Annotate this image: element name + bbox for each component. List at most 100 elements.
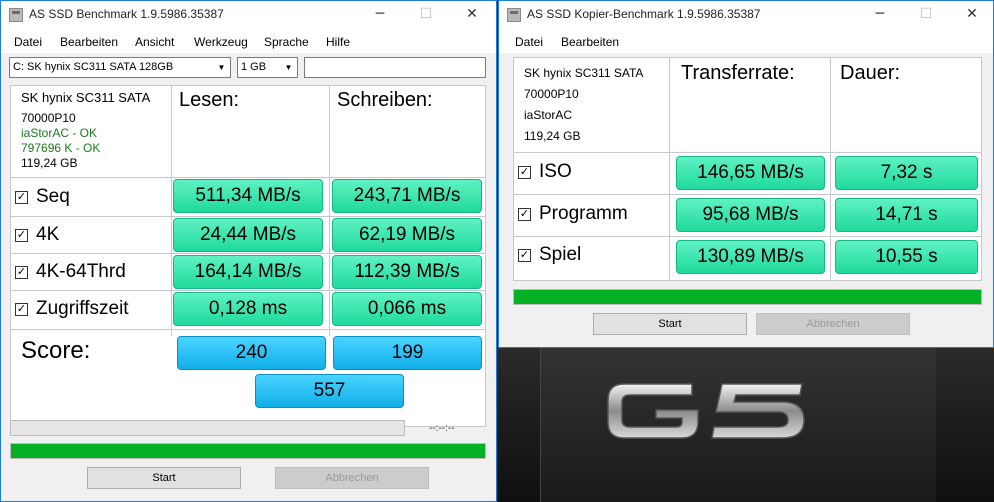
transfer-rate-header: Transferrate: [681,62,795,84]
custom-text-field[interactable] [304,57,486,78]
iso-duration-value: 7,32 s [835,156,978,190]
title-bar[interactable]: AS SSD Benchmark 1.9.5986.35387 ─ ☐ ✕ [1,1,496,30]
menu-datei[interactable]: Datei [515,35,543,49]
4k-write-value: 62,19 MB/s [332,218,482,252]
menu-datei[interactable]: Datei [14,35,42,49]
minimize-button[interactable]: ─ [857,1,903,30]
maximize-button[interactable]: ☐ [403,1,449,30]
row-iso[interactable]: ✓ ISO [518,157,572,187]
progress-bar-bottom [10,443,486,459]
g5-logo-graphic [607,383,805,439]
menu-sprache[interactable]: Sprache [264,35,309,49]
chevron-down-icon: ▼ [284,63,293,72]
checkbox-checked-icon[interactable]: ✓ [15,265,28,279]
row-spiel[interactable]: ✓ Spiel [518,240,581,270]
close-button[interactable]: ✕ [449,1,495,30]
grid-divider [329,86,330,336]
drive-model: SK hynix SC311 SATA [21,90,151,105]
grid-divider [669,58,670,280]
menu-bar: Datei Bearbeiten Ansicht Werkzeug Sprach… [1,31,496,53]
programm-rate-value: 95,68 MB/s [676,198,825,232]
drive-model: SK hynix SC311 SATA [524,66,644,80]
row-4k[interactable]: ✓ 4K [15,220,59,250]
grid-divider [11,216,485,217]
score-label: Score: [21,337,91,364]
progress-fill [514,290,981,304]
drive-capacity: 119,24 GB [524,129,581,143]
abort-button[interactable]: Abbrechen [275,467,429,489]
window-body: SK hynix SC311 SATA 70000P10 iaStorAC 11… [499,53,993,347]
row-label: ISO [539,161,572,182]
app-icon [507,8,521,22]
start-button[interactable]: Start [87,467,241,489]
maximize-button[interactable]: ☐ [903,1,949,30]
row-label: 4K [36,224,60,245]
seq-read-value: 511,34 MB/s [173,179,323,213]
drive-driver: iaStorAC [524,108,573,122]
score-read: 240 [177,336,326,370]
grid-divider [11,253,485,254]
as-ssd-benchmark-window: AS SSD Benchmark 1.9.5986.35387 ─ ☐ ✕ Da… [0,0,497,502]
title-bar[interactable]: AS SSD Kopier-Benchmark 1.9.5986.35387 ─… [499,1,993,30]
row-label: Programm [539,203,628,224]
alignment-status: 797696 K - OK [21,141,101,155]
drive-info: SK hynix SC311 SATA 70000P10 iaStorAC - … [21,89,150,171]
duration-header: Dauer: [840,62,901,84]
abort-button[interactable]: Abbrechen [756,313,910,335]
menu-ansicht[interactable]: Ansicht [135,35,174,49]
spiel-rate-value: 130,89 MB/s [676,240,825,274]
checkbox-checked-icon[interactable]: ✓ [518,207,531,221]
checkbox-checked-icon[interactable]: ✓ [518,165,531,179]
size-select-value: 1 GB [241,61,267,73]
window-body: C: SK hynix SC311 SATA 128GB ▼ 1 GB ▼ SK… [1,53,496,501]
menu-bar: Datei Bearbeiten [499,31,993,53]
menu-bearbeiten[interactable]: Bearbeiten [60,35,118,49]
window-title: AS SSD Benchmark 1.9.5986.35387 [29,7,224,21]
size-select[interactable]: 1 GB ▼ [237,57,298,78]
drive-capacity: 119,24 GB [21,156,78,170]
score-total: 557 [255,374,404,408]
drive-firmware: 70000P10 [524,87,579,101]
grid-divider [171,86,172,336]
4k-64thrd-write-value: 112,39 MB/s [332,255,482,289]
grid-divider [830,58,831,280]
row-label: Spiel [539,244,582,265]
row-label: 4K-64Thrd [36,261,126,282]
menu-bearbeiten[interactable]: Bearbeiten [561,35,619,49]
checkbox-checked-icon[interactable]: ✓ [15,228,28,242]
row-programm[interactable]: ✓ Programm [518,199,628,229]
grid-divider [514,152,981,153]
seq-write-value: 243,71 MB/s [332,179,482,213]
minimize-button[interactable]: ─ [357,1,403,30]
row-label: Zugriffszeit [36,298,129,319]
elapsed-timer: --:--:-- [429,423,455,434]
grid-divider [11,290,485,291]
progress-fill [11,444,485,458]
start-button[interactable]: Start [593,313,747,335]
grid-divider [514,194,981,195]
drive-select-value: C: SK hynix SC311 SATA 128GB [13,61,174,73]
read-header: Lesen: [179,89,240,111]
menu-hilfe[interactable]: Hilfe [326,35,350,49]
4k-64thrd-read-value: 164,14 MB/s [173,255,323,289]
menu-werkzeug[interactable]: Werkzeug [194,35,248,49]
programm-duration-value: 14,71 s [835,198,978,232]
chevron-down-icon: ▼ [217,63,226,72]
progress-bar [513,289,982,305]
close-button[interactable]: ✕ [949,1,994,30]
access-time-write-value: 0,066 ms [332,292,482,326]
checkbox-checked-icon[interactable]: ✓ [15,190,28,204]
grid-divider [514,236,981,237]
checkbox-checked-icon[interactable]: ✓ [15,302,28,316]
row-zugriffszeit[interactable]: ✓ Zugriffszeit [15,294,129,324]
as-ssd-copy-benchmark-window: AS SSD Kopier-Benchmark 1.9.5986.35387 ─… [498,0,994,348]
drive-select[interactable]: C: SK hynix SC311 SATA 128GB ▼ [9,57,231,78]
row-4k-64thrd[interactable]: ✓ 4K-64Thrd [15,257,126,287]
checkbox-checked-icon[interactable]: ✓ [518,248,531,262]
4k-read-value: 24,44 MB/s [173,218,323,252]
row-label: Seq [36,186,70,207]
row-seq[interactable]: ✓ Seq [15,182,70,212]
drive-info: SK hynix SC311 SATA 70000P10 iaStorAC 11… [524,63,643,147]
access-time-read-value: 0,128 ms [173,292,323,326]
write-header: Schreiben: [337,89,433,111]
